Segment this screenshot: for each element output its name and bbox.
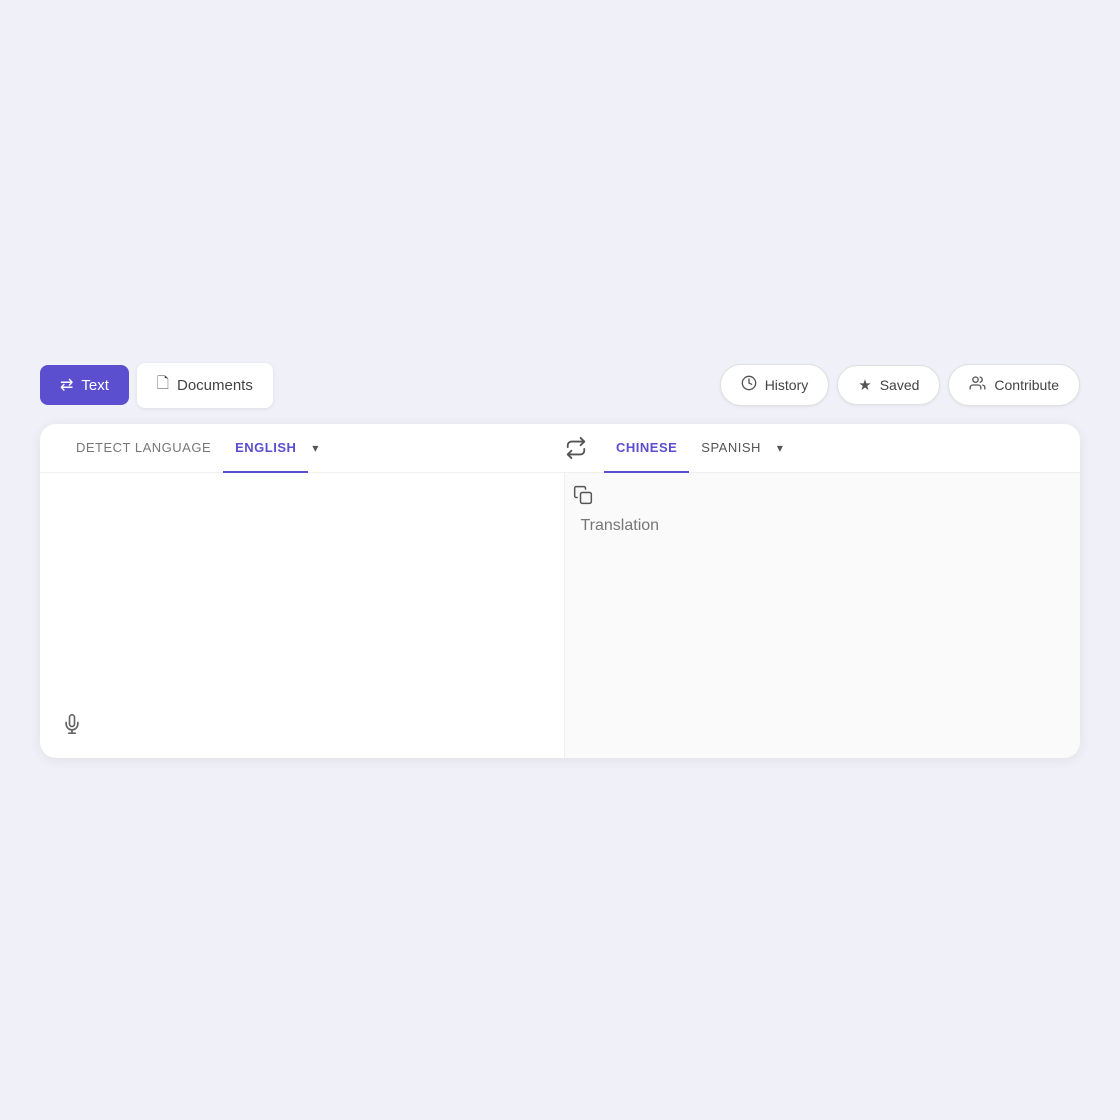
- swap-languages-button[interactable]: [556, 428, 596, 468]
- text-tab-button[interactable]: ⇄ Text: [40, 365, 129, 405]
- translate-icon: ⇄: [60, 375, 73, 395]
- microphone-button[interactable]: [62, 714, 82, 740]
- language-bar: DETECT LANGUAGE ENGLISH ▾ CHINESE SPANIS…: [40, 424, 1080, 473]
- app-container: ⇄ Text 🗋 Documents History ★ Save: [40, 363, 1080, 758]
- output-area: Translation: [565, 473, 1081, 758]
- saved-button[interactable]: ★ Saved: [837, 365, 940, 405]
- contribute-button[interactable]: Contribute: [948, 364, 1080, 406]
- documents-tab-label: Documents: [177, 377, 253, 394]
- translation-panel: DETECT LANGUAGE ENGLISH ▾ CHINESE SPANIS…: [40, 424, 1080, 758]
- text-tab-label: Text: [81, 377, 109, 394]
- source-text-input[interactable]: [64, 493, 540, 693]
- people-icon: [969, 375, 986, 395]
- saved-label: Saved: [880, 377, 920, 393]
- history-button[interactable]: History: [720, 364, 830, 406]
- spanish-language-option[interactable]: SPANISH: [689, 424, 773, 471]
- toolbar-right: History ★ Saved Contribute: [720, 364, 1080, 406]
- star-icon: ★: [858, 376, 871, 394]
- chevron-down-icon-right: ▾: [777, 441, 783, 455]
- detect-language-option[interactable]: DETECT LANGUAGE: [64, 424, 223, 471]
- toolbar-left: ⇄ Text 🗋 Documents: [40, 363, 273, 408]
- history-icon: [741, 375, 757, 395]
- chinese-language-option[interactable]: CHINESE: [604, 424, 689, 473]
- english-language-option[interactable]: ENGLISH: [223, 424, 308, 473]
- document-icon: 🗋: [157, 373, 169, 398]
- copy-button[interactable]: [573, 485, 593, 510]
- contribute-label: Contribute: [994, 377, 1059, 393]
- history-label: History: [765, 377, 809, 393]
- source-language-dropdown[interactable]: ▾: [308, 433, 322, 463]
- documents-tab-button[interactable]: 🗋 Documents: [137, 363, 273, 408]
- translation-output: Translation: [581, 481, 1057, 535]
- target-language-bar: CHINESE SPANISH ▾: [596, 424, 1080, 472]
- source-language-bar: DETECT LANGUAGE ENGLISH ▾: [40, 424, 556, 472]
- text-areas: Translation: [40, 473, 1080, 758]
- target-language-dropdown[interactable]: ▾: [773, 433, 787, 463]
- toolbar: ⇄ Text 🗋 Documents History ★ Save: [40, 363, 1080, 408]
- chevron-down-icon: ▾: [312, 441, 318, 455]
- input-area: [40, 473, 565, 758]
